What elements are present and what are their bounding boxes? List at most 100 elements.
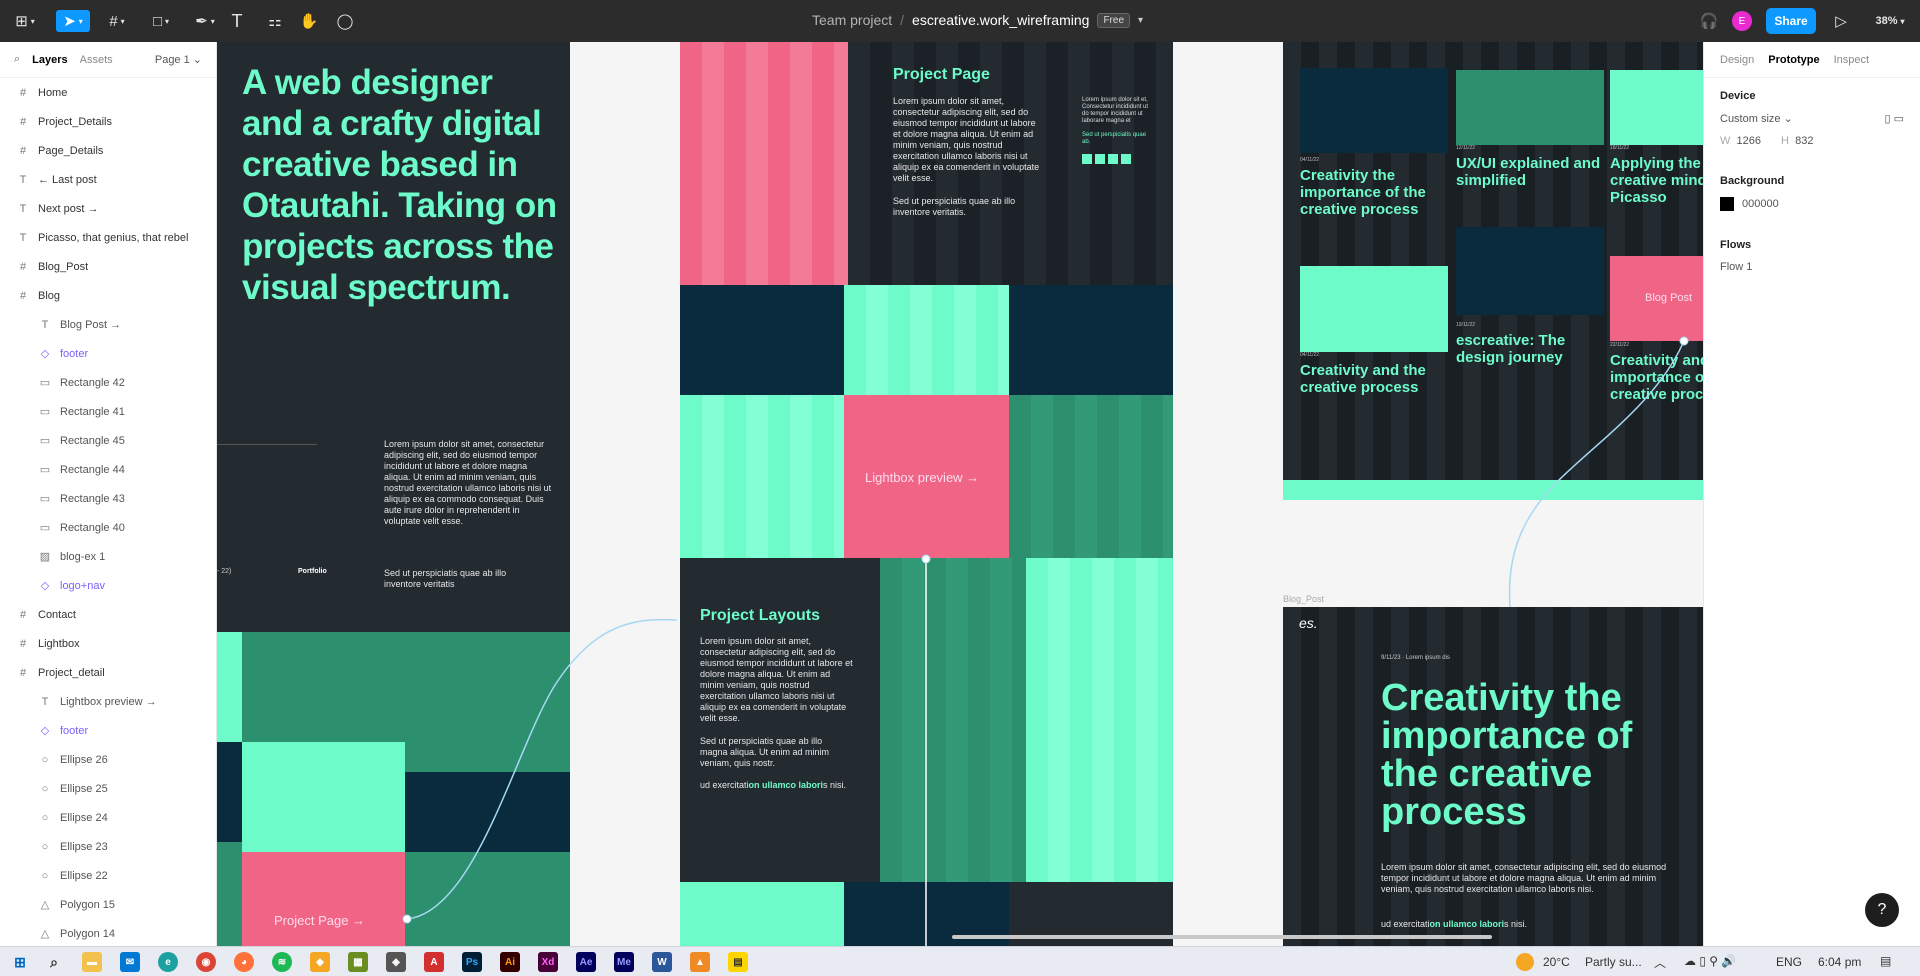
zoom-level[interactable]: 38% ▾ (1868, 10, 1912, 32)
xd-icon[interactable]: Xd (538, 952, 558, 972)
layer-item[interactable]: T ← Last post (0, 165, 216, 194)
width-input[interactable]: 1266 (1737, 135, 1761, 147)
comment-tool-icon[interactable]: ◯ (328, 10, 362, 32)
color-swatch[interactable] (1720, 197, 1734, 211)
tab-layers[interactable]: Layers (32, 54, 67, 66)
layer-item[interactable]: ▭ Rectangle 43 (0, 484, 216, 513)
acrobat-icon[interactable]: A (424, 952, 444, 972)
tab-inspect[interactable]: Inspect (1834, 54, 1869, 66)
chevron-down-icon[interactable]: ▾ (1138, 15, 1143, 26)
spotify-icon[interactable]: ≋ (272, 952, 292, 972)
layer-item[interactable]: # Page_Details (0, 136, 216, 165)
tab-assets[interactable]: Assets (80, 54, 113, 66)
firefox-icon[interactable]: ◕ (234, 952, 254, 972)
app-icon[interactable]: ◈ (386, 952, 406, 972)
layer-item[interactable]: # Lightbox (0, 629, 216, 658)
layer-item[interactable]: ◇ logo+nav (0, 571, 216, 600)
chrome-icon[interactable]: ◉ (196, 952, 216, 972)
temperature[interactable]: 20°C (1543, 955, 1570, 969)
layer-item[interactable]: ◇ footer (0, 339, 216, 368)
tab-prototype[interactable]: Prototype (1768, 54, 1819, 66)
layer-label: Rectangle 44 (60, 463, 125, 476)
file-explorer-icon[interactable]: ▬ (82, 952, 102, 972)
move-tool-icon[interactable]: ➤ ▾ (56, 10, 90, 32)
app-icon[interactable]: ▦ (348, 952, 368, 972)
layer-label: Page_Details (38, 144, 104, 157)
sticky-notes-icon[interactable]: ▤ (728, 952, 748, 972)
shape-tool-icon[interactable]: □ ▾ (144, 10, 178, 32)
share-button[interactable]: Share (1766, 8, 1816, 34)
layer-item[interactable]: T Picasso, that genius, that rebel (0, 223, 216, 252)
headphones-icon[interactable]: 🎧 (1692, 10, 1726, 32)
layer-type-icon: T (19, 202, 27, 215)
layer-item[interactable]: # Blog (0, 281, 216, 310)
search-icon[interactable]: ⌕ (14, 53, 20, 66)
help-button[interactable]: ? (1865, 893, 1899, 927)
after-effects-icon[interactable]: Ae (576, 952, 596, 972)
layer-item[interactable]: ▨ blog-ex 1 (0, 542, 216, 571)
horizontal-scrollbar[interactable] (952, 935, 1492, 939)
text-tool-icon[interactable]: T (220, 10, 254, 32)
edge-icon[interactable]: e (158, 952, 178, 972)
layer-item[interactable]: ▭ Rectangle 45 (0, 426, 216, 455)
clock[interactable]: 6:04 pm (1818, 955, 1861, 969)
hand-tool-icon[interactable]: ✋ (292, 10, 326, 32)
background-value[interactable]: 000000 (1742, 198, 1779, 210)
layer-item[interactable]: △ Polygon 14 (0, 919, 216, 948)
team-name[interactable]: Team project (812, 12, 892, 28)
tray-icons[interactable]: ☁ ▯ ⚲ 🔊 (1684, 954, 1736, 968)
layer-item[interactable]: ▭ Rectangle 42 (0, 368, 216, 397)
language[interactable]: ENG (1776, 955, 1802, 969)
layer-item[interactable]: ▭ Rectangle 40 (0, 513, 216, 542)
illustrator-icon[interactable]: Ai (500, 952, 520, 972)
connector-node[interactable] (402, 914, 412, 924)
main-menu-icon[interactable]: ⊞ ▾ (8, 10, 42, 32)
resources-icon[interactable]: ⚏ (258, 10, 292, 32)
app-icon[interactable]: ◆ (310, 952, 330, 972)
layer-item[interactable]: ▭ Rectangle 44 (0, 455, 216, 484)
layer-label: Polygon 14 (60, 927, 116, 940)
frame-tool-icon[interactable]: # ▾ (100, 10, 134, 32)
windows-start-icon[interactable]: ⊞ (10, 952, 30, 972)
layer-item[interactable]: T Lightbox preview → (0, 687, 216, 716)
flow-item[interactable]: Flow 1 (1720, 261, 1752, 273)
page-selector[interactable]: Page 1 ⌄ (155, 53, 202, 66)
layer-item[interactable]: ○ Ellipse 25 (0, 774, 216, 803)
layer-item[interactable]: ○ Ellipse 22 (0, 861, 216, 890)
device-select[interactable]: Custom size ⌄ (1720, 112, 1793, 125)
layer-item[interactable]: # Project_Details (0, 107, 216, 136)
mail-icon[interactable]: ✉ (120, 952, 140, 972)
orientation-icons[interactable]: ▯ ▭ (1884, 112, 1904, 125)
layer-item[interactable]: ▭ Rectangle 41 (0, 397, 216, 426)
layer-item[interactable]: △ Polygon 15 (0, 890, 216, 919)
tab-design[interactable]: Design (1720, 54, 1754, 66)
vlc-icon[interactable]: ▲ (690, 952, 710, 972)
layer-item[interactable]: # Home (0, 78, 216, 107)
layer-item[interactable]: # Contact (0, 600, 216, 629)
layer-item[interactable]: T Blog Post → (0, 310, 216, 339)
canvas[interactable]: A web designer and a crafty digital crea… (217, 42, 1703, 946)
chevron-up-icon[interactable]: ︿ (1654, 954, 1666, 971)
layer-item[interactable]: ○ Ellipse 23 (0, 832, 216, 861)
height-input[interactable]: 832 (1795, 135, 1813, 147)
avatar[interactable]: E (1732, 11, 1752, 31)
weather-text[interactable]: Partly su... (1585, 955, 1642, 969)
layer-item[interactable]: T Next post → (0, 194, 216, 223)
notifications-icon[interactable]: ▤ (1880, 954, 1891, 968)
word-icon[interactable]: W (652, 952, 672, 972)
layer-label: blog-ex 1 (60, 550, 106, 563)
present-icon[interactable]: ▷ (1824, 10, 1858, 32)
layer-label: Rectangle 45 (60, 434, 125, 447)
layer-item[interactable]: ○ Ellipse 24 (0, 803, 216, 832)
connector-node[interactable] (921, 554, 931, 564)
search-icon[interactable]: ⌕ (44, 952, 64, 972)
media-encoder-icon[interactable]: Me (614, 952, 634, 972)
file-name[interactable]: escreative.work_wireframing (912, 12, 1089, 28)
layer-item[interactable]: # Project_detail (0, 658, 216, 687)
pen-tool-icon[interactable]: ✒ ▾ (188, 10, 222, 32)
layer-item[interactable]: ○ Ellipse 26 (0, 745, 216, 774)
photoshop-icon[interactable]: Ps (462, 952, 482, 972)
connector-node[interactable] (1679, 336, 1689, 346)
layer-item[interactable]: ◇ footer (0, 716, 216, 745)
layer-item[interactable]: # Blog_Post (0, 252, 216, 281)
